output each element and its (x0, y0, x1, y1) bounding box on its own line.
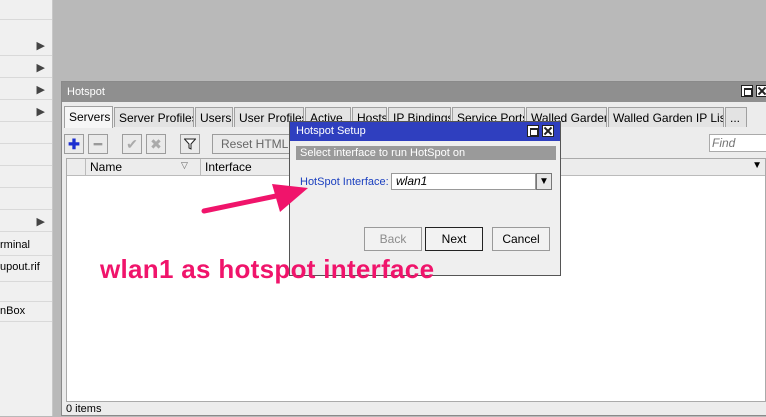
annotation-text: wlan1 as hotspot interface (100, 254, 435, 284)
annotation-arrow (201, 184, 308, 214)
